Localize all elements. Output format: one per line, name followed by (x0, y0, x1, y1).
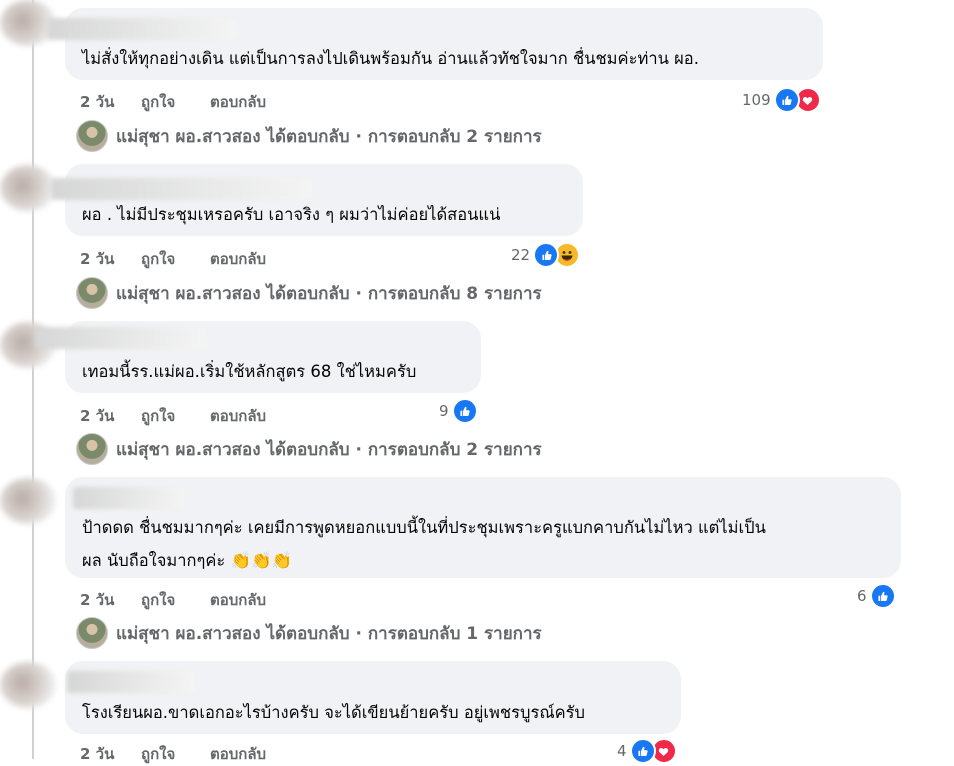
commenter-name[interactable] (67, 671, 195, 693)
thread-line (32, 0, 34, 759)
comment-text: เทอมนี้รร.แม่ผอ.เริ่มใช้หลักสูตร 68 ใช่ไ… (82, 362, 417, 381)
comment-time[interactable]: 2 วัน (80, 588, 141, 612)
comment-text: โรงเรียนผอ.ขาดเอกอะไรบ้างครับ จะได้เขียน… (82, 703, 586, 722)
commenter-name[interactable] (35, 327, 207, 349)
reaction-count: 9 (439, 402, 449, 420)
view-replies-link[interactable]: แม่สุชา ผอ.สาวสอง ได้ตอบกลับ · การตอบกลั… (76, 433, 542, 465)
reaction-count: 22 (511, 246, 531, 264)
reaction-summary[interactable]: 4 (617, 738, 677, 764)
replier-avatar (76, 433, 108, 465)
reply-summary: แม่สุชา ผอ.สาวสอง ได้ตอบกลับ · การตอบกลั… (116, 623, 542, 644)
comment-time[interactable]: 2 วัน (80, 90, 141, 114)
view-replies-link[interactable]: แม่สุชา ผอ.สาวสอง ได้ตอบกลับ · การตอบกลั… (76, 277, 542, 309)
comment-bubble: โรงเรียนผอ.ขาดเอกอะไรบ้างครับ จะได้เขียน… (65, 661, 681, 734)
like-link[interactable]: ถูกใจ (141, 742, 210, 766)
like-icon (629, 738, 656, 764)
comment-text: ไม่สั่งให้ทุกอย่างเดิน แต่เป็นการลงไปเดิ… (82, 49, 699, 68)
commenter-name[interactable] (47, 18, 237, 40)
replier-avatar (76, 120, 108, 152)
commenter-avatar[interactable] (0, 662, 56, 708)
comment-text: ผอ . ไม่มีประชุมเหรอครับ เอาจริง ๆ ผมว่า… (82, 205, 501, 224)
comment-actions: 2 วัน ถูกใจ ตอบกลับ (80, 588, 266, 612)
comment-text-line2: ผล นับถือใจมากๆค่ะ 👏👏👏 (82, 551, 293, 570)
reply-summary: แม่สุชา ผอ.สาวสอง ได้ตอบกลับ · การตอบกลั… (116, 126, 542, 147)
comment-text-line1: ป้าดดด ชื่นชมมากๆค่ะ เคยมีการพูดหยอกแบบน… (82, 518, 766, 537)
reply-link[interactable]: ตอบกลับ (210, 588, 266, 612)
comment-time[interactable]: 2 วัน (80, 247, 141, 271)
reaction-count: 4 (617, 742, 627, 760)
commenter-name[interactable] (51, 178, 313, 200)
commenter-avatar[interactable] (0, 478, 56, 524)
reply-summary: แม่สุชา ผอ.สาวสอง ได้ตอบกลับ · การตอบกลั… (116, 283, 542, 304)
reply-link[interactable]: ตอบกลับ (210, 404, 266, 428)
reply-link[interactable]: ตอบกลับ (210, 90, 266, 114)
reaction-summary[interactable]: 9 (439, 398, 478, 424)
commenter-avatar[interactable] (0, 165, 56, 211)
comment-bubble: ไม่สั่งให้ทุกอย่างเดิน แต่เป็นการลงไปเดิ… (47, 8, 823, 80)
comment-bubble: ผอ . ไม่มีประชุมเหรอครับ เอาจริง ๆ ผมว่า… (51, 164, 583, 236)
like-icon (869, 583, 896, 609)
reaction-count: 109 (742, 91, 771, 109)
like-icon (533, 242, 560, 268)
like-icon (773, 87, 800, 113)
commenter-name[interactable] (73, 487, 185, 509)
like-link[interactable]: ถูกใจ (141, 404, 210, 428)
comment-bubble: เทอมนี้รร.แม่ผอ.เริ่มใช้หลักสูตร 68 ใช่ไ… (35, 321, 481, 393)
replier-avatar (76, 277, 108, 309)
view-replies-link[interactable]: แม่สุชา ผอ.สาวสอง ได้ตอบกลับ · การตอบกลั… (76, 617, 542, 649)
like-link[interactable]: ถูกใจ (141, 90, 210, 114)
like-icon (451, 398, 478, 424)
comment-actions: 2 วัน ถูกใจ ตอบกลับ (80, 742, 266, 766)
like-link[interactable]: ถูกใจ (141, 588, 210, 612)
like-link[interactable]: ถูกใจ (141, 247, 210, 271)
comment-actions: 2 วัน ถูกใจ ตอบกลับ (80, 404, 266, 428)
reaction-summary[interactable]: 22 (511, 242, 581, 268)
reaction-summary[interactable]: 6 (857, 583, 896, 609)
comment-actions: 2 วัน ถูกใจ ตอบกลับ (80, 90, 266, 114)
replier-avatar (76, 617, 108, 649)
reply-link[interactable]: ตอบกลับ (210, 247, 266, 271)
reaction-summary[interactable]: 109 (742, 87, 821, 113)
reaction-count: 6 (857, 587, 867, 605)
reply-link[interactable]: ตอบกลับ (210, 742, 266, 766)
view-replies-link[interactable]: แม่สุชา ผอ.สาวสอง ได้ตอบกลับ · การตอบกลั… (76, 120, 542, 152)
comment-time[interactable]: 2 วัน (80, 404, 141, 428)
comment-bubble: ป้าดดด ชื่นชมมากๆค่ะ เคยมีการพูดหยอกแบบน… (65, 477, 901, 578)
reply-summary: แม่สุชา ผอ.สาวสอง ได้ตอบกลับ · การตอบกลั… (116, 439, 542, 460)
comment-actions: 2 วัน ถูกใจ ตอบกลับ (80, 247, 266, 271)
comment-time[interactable]: 2 วัน (80, 742, 141, 766)
